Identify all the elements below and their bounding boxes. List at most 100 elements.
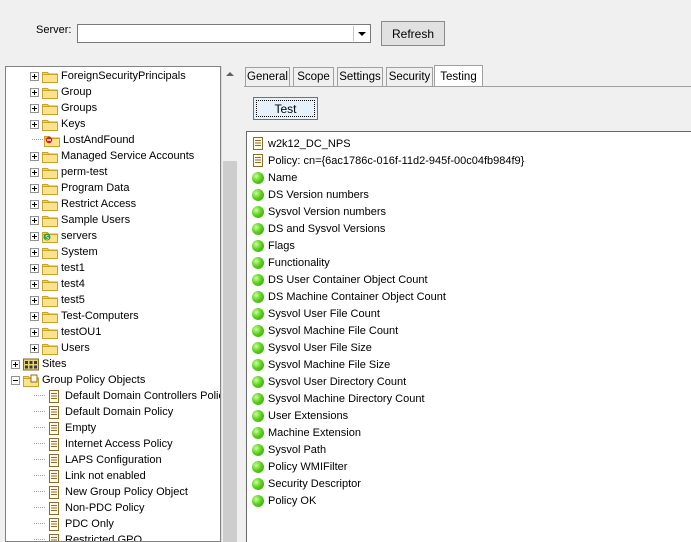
expand-icon[interactable]	[30, 247, 39, 257]
test-result-label: Flags	[268, 239, 295, 252]
tree-scrollbar[interactable]	[221, 66, 238, 542]
server-combobox[interactable]	[77, 24, 371, 43]
result-header-server: w2k12_DC_NPS	[252, 135, 351, 152]
test-result-label: Sysvol Version numbers	[268, 205, 386, 218]
scroll-thumb[interactable]	[223, 161, 237, 542]
tree-item[interactable]: System	[30, 244, 98, 260]
gpo-icon	[49, 469, 59, 483]
tree-item[interactable]: ForeignSecurityPrincipals	[30, 68, 186, 84]
tree-item[interactable]: Sservers	[30, 228, 97, 244]
expand-icon[interactable]	[11, 359, 20, 369]
tree-item[interactable]: Default Domain Controllers Policy	[34, 388, 220, 404]
gpo-icon	[49, 389, 59, 403]
expand-icon[interactable]	[30, 263, 39, 273]
test-result-row: Sysvol Version numbers	[252, 203, 386, 220]
expand-icon[interactable]	[30, 295, 39, 305]
tree-item[interactable]: Test-Computers	[30, 308, 139, 324]
tree-item[interactable]: New Group Policy Object	[34, 484, 188, 500]
expand-icon[interactable]	[30, 183, 39, 193]
folder-icon	[42, 167, 58, 179]
test-result-row: Sysvol Path	[252, 441, 326, 458]
tree-item[interactable]: Link not enabled	[34, 468, 146, 484]
refresh-button[interactable]: Refresh	[381, 21, 445, 46]
tree-item-label: test4	[61, 278, 85, 290]
folder-icon	[42, 327, 58, 339]
tree-item[interactable]: PDC Only	[34, 516, 114, 532]
tree-item[interactable]: test4	[30, 276, 85, 292]
tree-item[interactable]: Non-PDC Policy	[34, 500, 144, 516]
tab-divider	[244, 86, 691, 87]
folder-icon	[42, 71, 58, 83]
collapse-icon[interactable]	[11, 375, 20, 385]
tree-item[interactable]: testOU1	[30, 324, 101, 340]
domain-tree[interactable]: ForeignSecurityPrincipals Group Groups Keys…	[5, 66, 221, 542]
expand-icon[interactable]	[30, 327, 39, 337]
tree-connector	[34, 459, 45, 461]
tree-item-label: Keys	[61, 118, 86, 130]
expand-icon[interactable]	[30, 215, 39, 225]
tree-connector	[34, 475, 45, 477]
tree-item[interactable]: Restrict Access	[30, 196, 136, 212]
tree-item-label: Program Data	[61, 182, 130, 194]
expand-icon[interactable]	[30, 167, 39, 177]
status-ok-icon	[252, 307, 264, 320]
tree-item[interactable]: Group	[30, 84, 92, 100]
tab-testing[interactable]: Testing	[434, 65, 483, 87]
tree-item[interactable]: test5	[30, 292, 85, 308]
folder-icon	[42, 295, 58, 307]
expand-icon[interactable]	[30, 311, 39, 321]
tree-item[interactable]: Internet Access Policy	[34, 436, 173, 452]
test-button[interactable]: Test	[253, 97, 318, 120]
expand-icon[interactable]	[30, 87, 39, 97]
expand-icon[interactable]	[30, 199, 39, 209]
tree-connector	[34, 427, 45, 429]
tree-item[interactable]: Groups	[30, 100, 97, 116]
tree-item-label: LAPS Configuration	[65, 454, 162, 466]
tree-item[interactable]: Default Domain Policy	[34, 404, 173, 420]
svg-text:S: S	[45, 234, 49, 241]
tab-security[interactable]: Security	[386, 67, 433, 86]
expand-icon[interactable]	[30, 103, 39, 113]
tree-item[interactable]: Sample Users	[30, 212, 130, 228]
expand-icon[interactable]	[30, 231, 39, 241]
status-ok-icon	[252, 239, 264, 252]
tab-general[interactable]: General	[245, 67, 290, 86]
folder-icon	[42, 87, 58, 99]
tree-item[interactable]: Restricted GPO	[34, 532, 142, 541]
folder-icon	[42, 119, 58, 131]
tree-item[interactable]: Managed Service Accounts	[30, 148, 194, 164]
test-result-label: DS and Sysvol Versions	[268, 222, 386, 235]
expand-icon[interactable]	[30, 151, 39, 161]
test-result-label: Sysvol Machine File Count	[268, 324, 399, 337]
scroll-up-icon[interactable]	[222, 66, 238, 82]
ou-folder-icon: S	[42, 231, 58, 243]
expand-icon[interactable]	[30, 343, 39, 353]
tree-item[interactable]: Keys	[30, 116, 85, 132]
tree-item-label: servers	[61, 230, 98, 242]
tree-item[interactable]: Program Data	[30, 180, 129, 196]
chevron-down-icon[interactable]	[353, 26, 369, 41]
tree-item[interactable]: perm-test	[30, 164, 107, 180]
tree-item[interactable]: test1	[30, 260, 85, 276]
tree-item-label: Sites	[42, 358, 67, 370]
gpo-icon	[49, 533, 59, 541]
test-result-label: Name	[268, 171, 298, 184]
test-result-row: Sysvol User File Count	[252, 305, 380, 322]
expand-icon[interactable]	[30, 279, 39, 289]
test-result-label: DS Version numbers	[268, 188, 369, 201]
expand-icon[interactable]	[30, 119, 39, 129]
expand-icon[interactable]	[30, 71, 39, 81]
folder-icon	[42, 199, 58, 211]
tab-scope[interactable]: Scope	[293, 67, 334, 86]
tree-item-label: Default Domain Policy	[65, 406, 174, 418]
tree-item[interactable]: Group Policy Objects	[11, 372, 145, 388]
tree-item-label: testOU1	[61, 326, 102, 338]
tab-settings[interactable]: Settings	[337, 67, 383, 86]
tree-item[interactable]: Users	[30, 340, 90, 356]
test-result-label: DS Machine Container Object Count	[268, 290, 446, 303]
tree-item[interactable]: LostAndFound	[30, 132, 135, 148]
tree-connector	[34, 395, 45, 397]
tree-item[interactable]: Sites	[11, 356, 66, 372]
tree-item[interactable]: LAPS Configuration	[34, 452, 162, 468]
tree-item[interactable]: Empty	[34, 420, 96, 436]
